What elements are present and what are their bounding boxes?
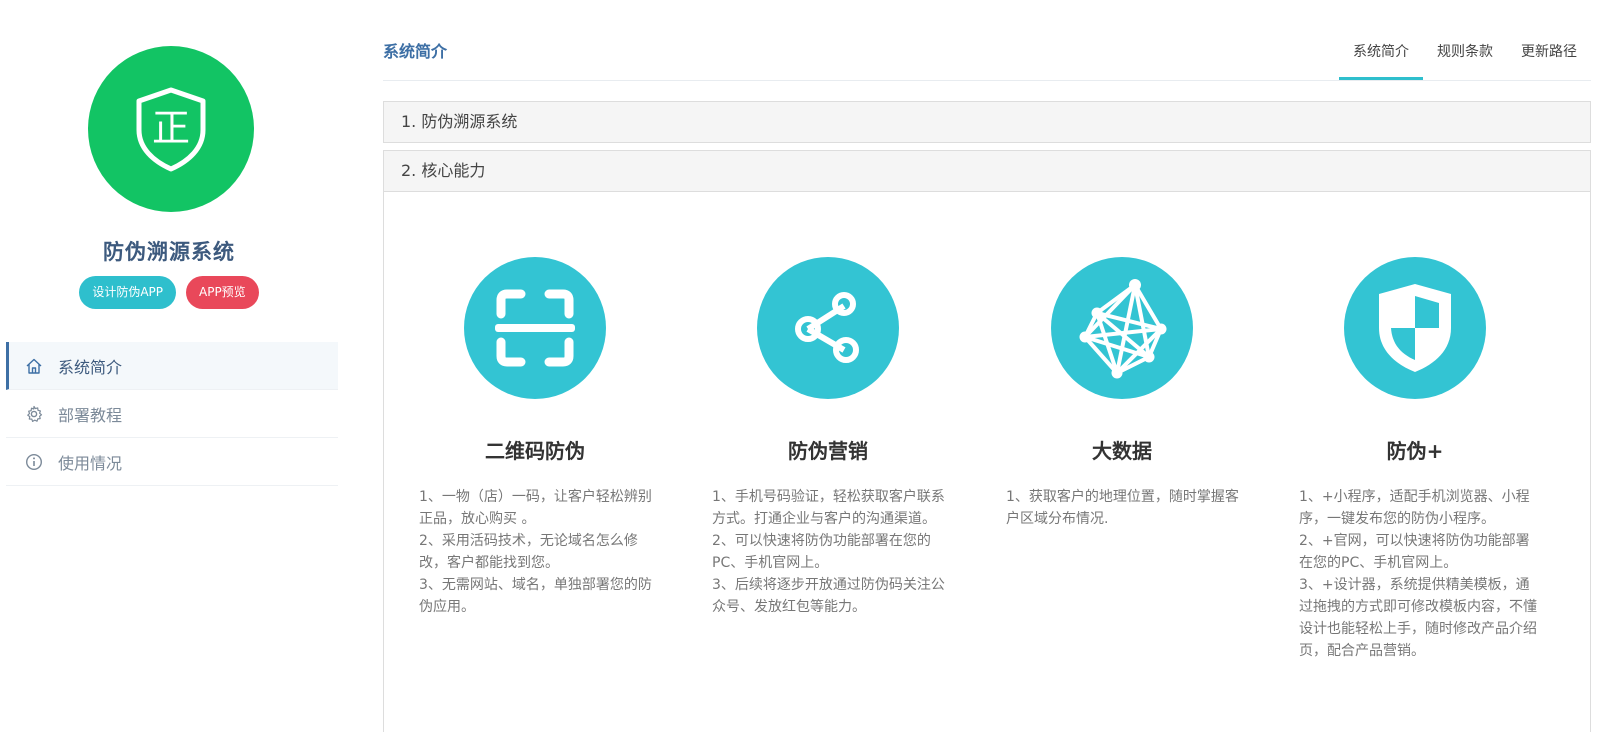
share-icon: [795, 292, 859, 363]
header-divider: [383, 80, 1591, 81]
app-preview-button[interactable]: APP预览: [186, 276, 259, 309]
shield-icon: [1379, 284, 1451, 372]
sidebar: 正 防伪溯源系统 设计防伪APP APP预览 系统简介 部署教程 使用情况: [0, 0, 338, 722]
app-logo: 正: [88, 46, 254, 212]
design-app-button[interactable]: 设计防伪APP: [79, 276, 176, 309]
feature-icon-circle: [1051, 257, 1193, 399]
feature-line: 1、+小程序，适配手机浏览器、小程序，一键发布您的防伪小程序。: [1299, 489, 1530, 527]
feature-title: 防伪营销: [788, 439, 868, 463]
sidebar-item-intro[interactable]: 系统简介: [6, 342, 338, 390]
feature-line: 1、获取客户的地理位置，随时掌握客户区域分布情况.: [1006, 489, 1239, 527]
feature-description: 1、手机号码验证，轻松获取客户联系方式。打通企业与客户的沟通渠道。 2、可以快速…: [712, 486, 950, 618]
main-content: 系统简介 系统简介 规则条款 更新路径 1. 防伪溯源系统 2. 核心能力 二维…: [383, 0, 1591, 732]
network-icon: [1079, 279, 1167, 379]
feature-line: 1、一物（店）一码，让客户轻松辨别正品，放心购买 。: [419, 489, 652, 527]
panel-system-header[interactable]: 1. 防伪溯源系统: [383, 101, 1591, 143]
sidebar-item-usage[interactable]: 使用情况: [6, 438, 338, 486]
feature-description: 1、+小程序，适配手机浏览器、小程序，一键发布您的防伪小程序。 2、+官网，可以…: [1299, 486, 1537, 662]
feature-plus: 防伪+ 1、+小程序，适配手机浏览器、小程序，一键发布您的防伪小程序。 2、+官…: [1299, 257, 1551, 662]
feature-title: 防伪+: [1386, 439, 1444, 463]
feature-icon-circle: [464, 257, 606, 399]
feature-line: 2、+官网，可以快速将防伪功能部署在您的PC、手机官网上。: [1299, 533, 1530, 571]
info-icon: [24, 452, 44, 472]
sidebar-item-label: 部署教程: [58, 405, 123, 425]
sidebar-item-deploy[interactable]: 部署教程: [6, 390, 338, 438]
feature-line: 3、无需网站、域名，单独部署您的防伪应用。: [419, 577, 652, 615]
feature-icon-circle: [1344, 257, 1486, 399]
sidebar-nav: 系统简介 部署教程 使用情况: [6, 342, 338, 486]
panel-capability-body: 二维码防伪 1、一物（店）一码，让客户轻松辨别正品，放心购买 。 2、采用活码技…: [383, 192, 1591, 732]
panel-capability-header[interactable]: 2. 核心能力: [383, 150, 1591, 192]
tab-changelog[interactable]: 更新路径: [1507, 30, 1591, 80]
feature-title: 大数据: [1092, 439, 1152, 463]
feature-line: 2、可以快速将防伪功能部署在您的PC、手机官网上。: [712, 533, 931, 571]
tab-intro[interactable]: 系统简介: [1339, 30, 1423, 80]
feature-qr: 二维码防伪 1、一物（店）一码，让客户轻松辨别正品，放心购买 。 2、采用活码技…: [419, 257, 671, 618]
sidebar-item-label: 使用情况: [58, 453, 123, 473]
shield-zheng-icon: 正: [136, 87, 206, 172]
feature-title: 二维码防伪: [485, 439, 585, 463]
app-name: 防伪溯源系统: [103, 240, 235, 264]
feature-line: 1、手机号码验证，轻松获取客户联系方式。打通企业与客户的沟通渠道。: [712, 489, 945, 527]
tab-rules[interactable]: 规则条款: [1423, 30, 1507, 80]
sidebar-item-label: 系统简介: [58, 357, 123, 377]
qr-scan-icon: [495, 289, 575, 367]
feature-description: 1、一物（店）一码，让客户轻松辨别正品，放心购买 。 2、采用活码技术，无论域名…: [419, 486, 657, 618]
feature-icon-circle: [757, 257, 899, 399]
gear-icon: [24, 404, 44, 424]
feature-line: 3、后续将逐步开放通过防伪码关注公众号、发放红包等能力。: [712, 577, 945, 615]
app-action-buttons: 设计防伪APP APP预览: [0, 276, 338, 309]
feature-marketing: 防伪营销 1、手机号码验证，轻松获取客户联系方式。打通企业与客户的沟通渠道。 2…: [712, 257, 964, 618]
feature-bigdata: 大数据 1、获取客户的地理位置，随时掌握客户区域分布情况.: [1006, 257, 1258, 530]
home-icon: [24, 356, 44, 376]
feature-description: 1、获取客户的地理位置，随时掌握客户区域分布情况.: [1006, 486, 1244, 530]
svg-text:正: 正: [152, 106, 190, 150]
feature-line: 2、采用活码技术，无论域名怎么修改，客户都能找到您。: [419, 533, 638, 571]
feature-line: 3、+设计器，系统提供精美模板，通过拖拽的方式即可修改模板内容，不懂设计也能轻松…: [1299, 577, 1537, 659]
top-tabs: 系统简介 规则条款 更新路径: [1339, 30, 1591, 80]
page-title: 系统简介: [383, 42, 448, 61]
